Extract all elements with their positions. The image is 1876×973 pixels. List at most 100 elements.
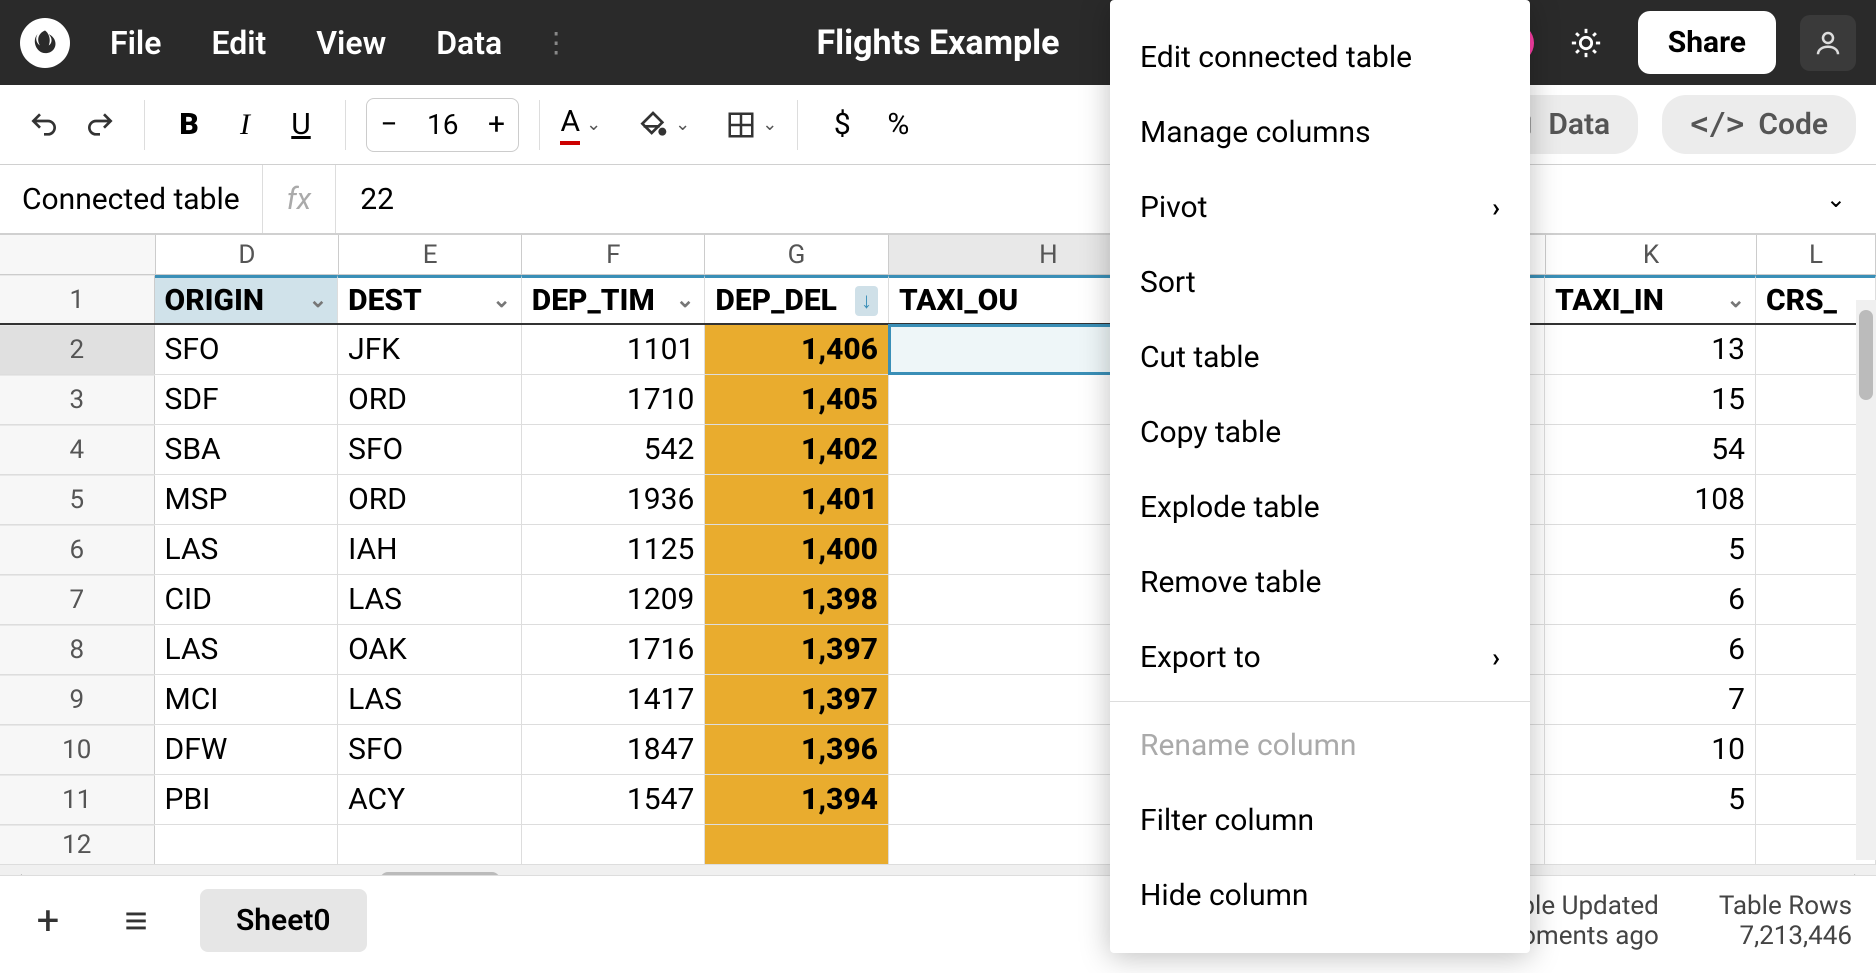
cell[interactable]: 1,397	[705, 625, 889, 674]
cell[interactable]: 542	[522, 425, 706, 474]
menu-item[interactable]: Hide column	[1110, 858, 1530, 933]
cell[interactable]: ACY	[338, 775, 522, 824]
cell[interactable]: ORD	[338, 375, 522, 424]
cell[interactable]: MSP	[155, 475, 339, 524]
menu-file[interactable]: File	[110, 24, 161, 62]
currency-button[interactable]: $	[818, 101, 866, 149]
cell[interactable]: 1,401	[705, 475, 889, 524]
fill-color-button[interactable]: ⌄	[637, 109, 690, 141]
col-header-G[interactable]: G	[705, 235, 888, 274]
row-header[interactable]: 7	[0, 575, 155, 624]
col-header-D[interactable]: D	[156, 235, 339, 274]
cell[interactable]: SDF	[155, 375, 339, 424]
cell[interactable]: SFO	[338, 725, 522, 774]
row-header[interactable]: 1	[0, 275, 155, 323]
menu-edit[interactable]: Edit	[211, 24, 266, 62]
cell[interactable]: 1847	[522, 725, 706, 774]
cell[interactable]: 1,406	[705, 325, 889, 374]
menu-data[interactable]: Data	[436, 24, 502, 62]
chevron-down-icon[interactable]: ⌄	[1796, 185, 1876, 213]
cell[interactable]: 1101	[522, 325, 706, 374]
italic-button[interactable]: I	[221, 101, 269, 149]
cell[interactable]: 1,400	[705, 525, 889, 574]
cell[interactable]: DFW	[155, 725, 339, 774]
app-logo[interactable]	[20, 18, 70, 68]
cell[interactable]	[522, 825, 706, 864]
menu-item[interactable]: Manage columns	[1110, 95, 1530, 170]
cell[interactable]: LAS	[338, 575, 522, 624]
scroll-left-icon[interactable]: ◀	[0, 870, 30, 876]
cell[interactable]: 5	[1545, 525, 1756, 574]
menu-item[interactable]: Filter column	[1110, 783, 1530, 858]
redo-icon[interactable]	[76, 101, 124, 149]
col-title-origin[interactable]: ORIGIN⌄	[155, 275, 339, 323]
col-title-dep-time[interactable]: DEP_TIM⌄	[522, 275, 706, 323]
text-color-button[interactable]: A ⌄	[560, 104, 601, 145]
cell[interactable]: 1,397	[705, 675, 889, 724]
share-button[interactable]: Share	[1638, 11, 1776, 74]
undo-icon[interactable]	[20, 101, 68, 149]
cell[interactable]	[1545, 825, 1756, 864]
user-icon[interactable]	[1800, 15, 1856, 71]
scroll-thumb[interactable]	[1859, 310, 1873, 400]
cell[interactable]: JFK	[338, 325, 522, 374]
cell[interactable]: SFO	[155, 325, 339, 374]
cell[interactable]: 5	[1545, 775, 1756, 824]
percent-button[interactable]: %	[874, 101, 922, 149]
cell[interactable]: 1716	[522, 625, 706, 674]
cell[interactable]: 1,394	[705, 775, 889, 824]
cell[interactable]: 7	[1545, 675, 1756, 724]
col-header-L[interactable]: L	[1757, 235, 1876, 274]
menu-item[interactable]: Explode table	[1110, 470, 1530, 545]
menu-item[interactable]: Cut table	[1110, 320, 1530, 395]
name-box[interactable]: Connected table	[0, 165, 263, 233]
cell[interactable]: 1125	[522, 525, 706, 574]
font-size-increase[interactable]: +	[474, 107, 518, 142]
underline-button[interactable]: U	[277, 101, 325, 149]
cell[interactable]: 1,398	[705, 575, 889, 624]
cell[interactable]: LAS	[155, 625, 339, 674]
cell[interactable]	[155, 825, 339, 864]
cell[interactable]: 10	[1545, 725, 1756, 774]
cell[interactable]	[338, 825, 522, 864]
cell[interactable]: 6	[1545, 625, 1756, 674]
row-header[interactable]: 5	[0, 475, 155, 524]
borders-button[interactable]: ⌄	[726, 110, 777, 140]
cell[interactable]: IAH	[338, 525, 522, 574]
col-title-dest[interactable]: DEST⌄	[338, 275, 522, 323]
cell[interactable]: 1710	[522, 375, 706, 424]
menu-item[interactable]: Sort	[1110, 245, 1530, 320]
doc-title[interactable]: Flights Example	[816, 23, 1059, 63]
row-header[interactable]: 9	[0, 675, 155, 724]
row-header[interactable]: 2	[0, 325, 155, 374]
cell[interactable]: 15	[1545, 375, 1756, 424]
font-size-decrease[interactable]: −	[367, 107, 411, 142]
menu-item[interactable]: Copy table	[1110, 395, 1530, 470]
menu-item[interactable]: Remove table	[1110, 545, 1530, 620]
corner-cell[interactable]	[0, 235, 156, 274]
row-header[interactable]: 11	[0, 775, 155, 824]
cell[interactable]: 1936	[522, 475, 706, 524]
font-size-value[interactable]: 16	[411, 108, 474, 141]
menu-item[interactable]: Pivot›	[1110, 170, 1530, 245]
cell[interactable]: 54	[1545, 425, 1756, 474]
menu-view[interactable]: View	[316, 24, 386, 62]
horizontal-scrollbar[interactable]: ◀ ▶	[0, 865, 1876, 875]
col-header-E[interactable]: E	[339, 235, 522, 274]
row-header[interactable]: 6	[0, 525, 155, 574]
brightness-icon[interactable]	[1558, 15, 1614, 71]
cell[interactable]: PBI	[155, 775, 339, 824]
scroll-thumb[interactable]	[380, 872, 500, 875]
cell[interactable]: LAS	[338, 675, 522, 724]
cell[interactable]: LAS	[155, 525, 339, 574]
cell[interactable]	[705, 825, 889, 864]
sheet-list-button[interactable]: ≡	[112, 897, 160, 944]
row-header[interactable]: 4	[0, 425, 155, 474]
cell[interactable]: MCI	[155, 675, 339, 724]
cell[interactable]: 1209	[522, 575, 706, 624]
menu-item[interactable]: Edit connected table	[1110, 20, 1530, 95]
code-chip[interactable]: </> Code	[1662, 95, 1856, 154]
cell[interactable]: OAK	[338, 625, 522, 674]
bold-button[interactable]: B	[165, 101, 213, 149]
row-header[interactable]: 10	[0, 725, 155, 774]
